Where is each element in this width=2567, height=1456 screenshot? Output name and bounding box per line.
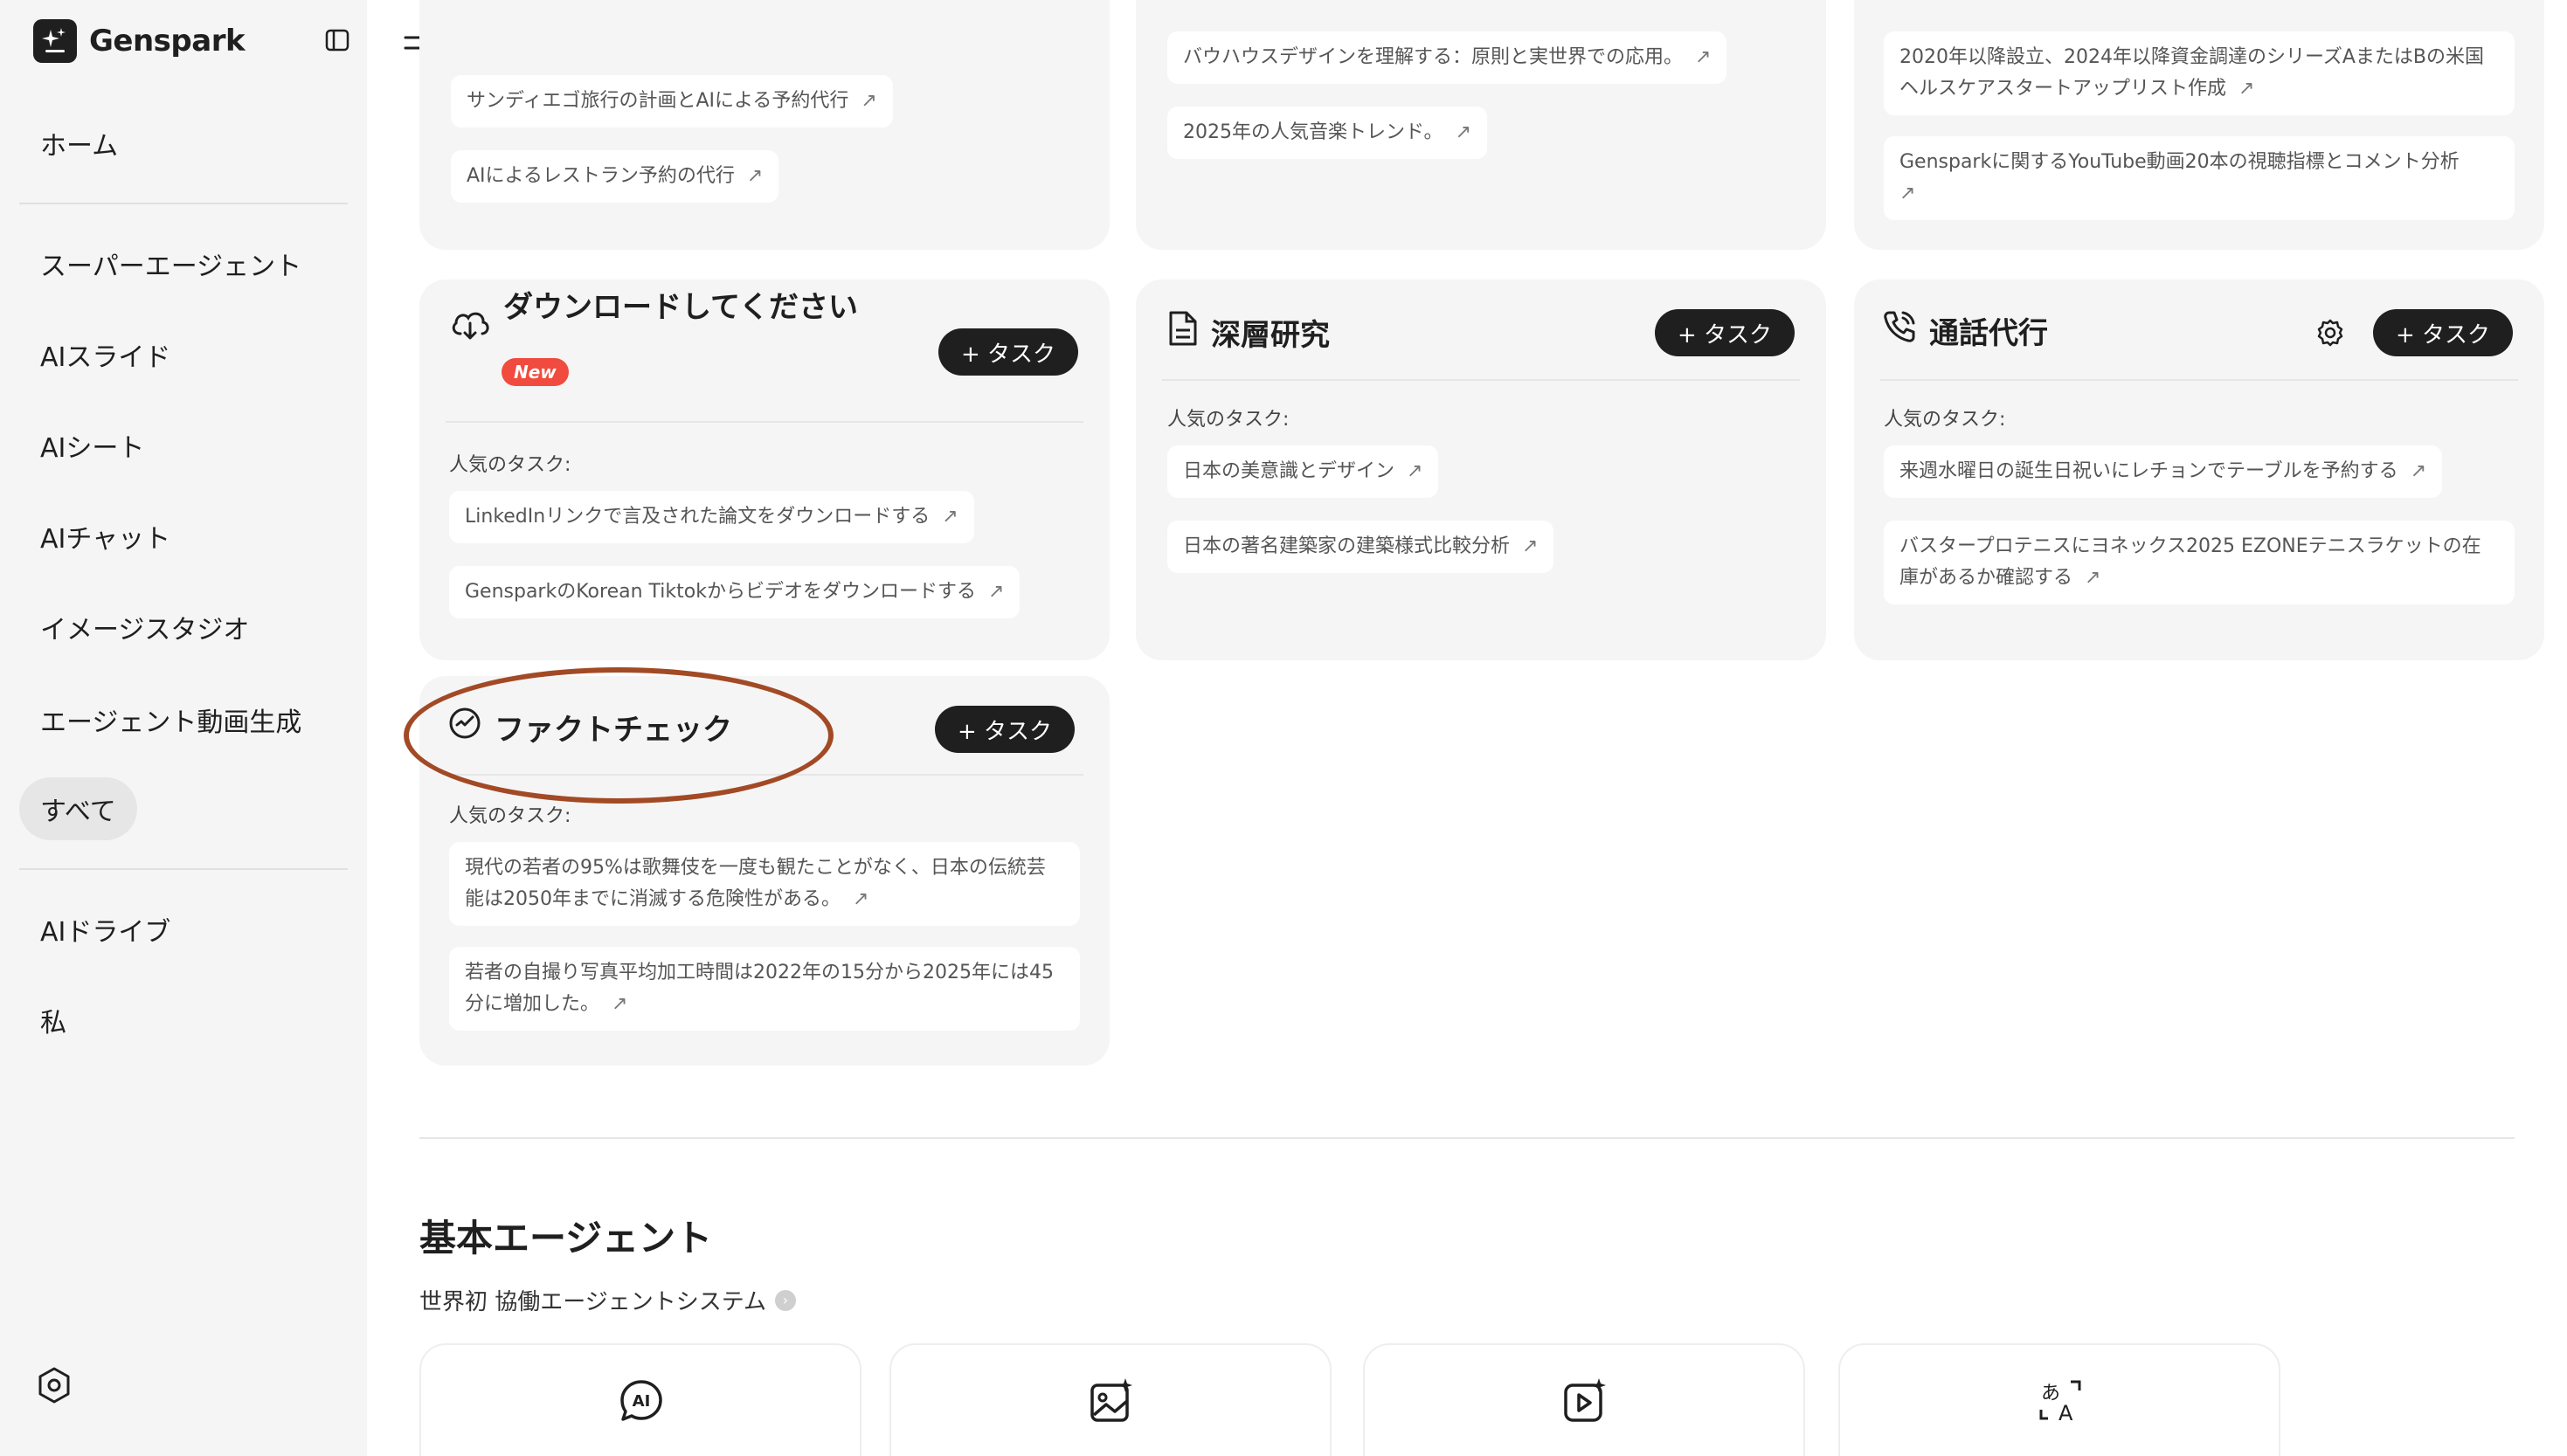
task-chip[interactable]: 日本の著名建築家の建築様式比較分析 ↗ [1167, 521, 1554, 573]
arrow-icon: ↗ [2410, 460, 2427, 482]
card-title: 深層研究 [1167, 309, 1330, 355]
sidebar-toggle-icon[interactable] [323, 26, 351, 54]
card-divider [1162, 379, 1800, 381]
arrow-icon: ↗ [942, 506, 958, 528]
add-task-button[interactable]: + タスク [935, 706, 1076, 753]
task-chip[interactable]: 日本の美意識とデザイン ↗ [1167, 445, 1439, 498]
sidebar: Genspark ホーム スーパーエージェント AIスライド AIシート AIチ… [0, 0, 367, 1456]
task-chip[interactable]: 来週水曜日の誕生日祝いにレチョンでテーブルを予約する ↗ [1884, 445, 2443, 498]
genspark-logo-icon [33, 19, 77, 63]
card-divider [1880, 379, 2518, 381]
svg-text:あ: あ [2041, 1383, 2060, 1404]
settings-icon[interactable] [2315, 318, 2347, 349]
popular-tasks-label: 人気のタスク: [449, 454, 571, 476]
section-divider [419, 1137, 2515, 1139]
task-chip[interactable]: AIによるレストラン予約の代行 ↗ [451, 150, 779, 203]
task-chip[interactable]: Gensparkに関するYouTube動画20本の視聴指標とコメント分析 ↗ [1884, 136, 2515, 220]
add-task-button[interactable]: + タスク [938, 328, 1079, 376]
popular-tasks-label: 人気のタスク: [449, 805, 571, 827]
video-generation-icon [1559, 1375, 1611, 1427]
card-title: 通話代行 [1882, 309, 2048, 352]
agent-card-ai-chat[interactable]: AI AIチャット [419, 1343, 861, 1456]
arrow-icon: ↗ [1522, 535, 1539, 557]
task-chip[interactable]: GensparkのKorean Tiktokからビデオをダウンロードする ↗ [449, 566, 1021, 618]
basic-agents-subtitle[interactable]: 世界初 協働エージェントシステム › [419, 1284, 796, 1316]
task-chip[interactable]: LinkedInリンクで言及された論文をダウンロードする ↗ [449, 491, 974, 543]
agent-card-image-studio[interactable]: イメージスタジオ [889, 1343, 1332, 1456]
arrow-icon: ↗ [1407, 460, 1423, 482]
sidebar-item-agent-video[interactable]: エージェント動画生成 [19, 688, 322, 751]
agent-label: イメージスタジオ [891, 1448, 1330, 1456]
card-title-text: ダウンロードしてください [503, 290, 858, 325]
task-chip[interactable]: サンディエゴ旅行の計画とAIによる予約代行 ↗ [451, 75, 893, 128]
arrow-icon: ↗ [2085, 567, 2101, 589]
sidebar-item-ai-slides[interactable]: AIスライド [19, 323, 191, 386]
card-title-text: 深層研究 [1211, 318, 1330, 353]
arrow-icon: ↗ [853, 888, 869, 910]
arrow-icon: ↗ [612, 993, 628, 1015]
card-data-analysis: 2020年以降設立、2024年以降資金調達のシリーズAまたはBの米国ヘルスケアス… [1854, 0, 2544, 250]
agent-label: ビデオ生成 [1365, 1448, 1803, 1456]
app-name: Genspark [89, 24, 246, 59]
arrow-icon: ↗ [2238, 78, 2255, 100]
arrow-icon: ↗ [861, 90, 877, 112]
arrow-icon: ↗ [1899, 183, 1916, 204]
settings-icon[interactable] [33, 1364, 75, 1406]
cloud-download-icon [449, 304, 491, 350]
add-task-button[interactable]: + タスク [1655, 309, 1796, 356]
arrow-icon: ↗ [1695, 46, 1712, 68]
logo[interactable]: Genspark [33, 19, 246, 63]
sidebar-item-all[interactable]: すべて [19, 777, 137, 840]
phone-call-icon [1882, 309, 1917, 352]
card-design-research: バウハウスデザインを理解する：原則と実世界での応用。 ↗ 2025年の人気音楽トレ… [1136, 0, 1826, 250]
image-studio-icon [1085, 1375, 1138, 1427]
agent-label: AIチャット [421, 1448, 860, 1456]
sidebar-divider [19, 868, 348, 870]
highlight-annotation [404, 667, 834, 804]
arrow-icon: ↗ [1455, 121, 1471, 143]
sidebar-item-image-studio[interactable]: イメージスタジオ [19, 596, 270, 659]
card-divider [446, 421, 1083, 423]
task-chip[interactable]: 2020年以降設立、2024年以降資金調達のシリーズAまたはBの米国ヘルスケアス… [1884, 31, 2515, 115]
translate-icon: あA [2034, 1375, 2086, 1427]
agent-card-translate[interactable]: あA 翻訳 [1838, 1343, 2280, 1456]
task-chip[interactable]: バウハウスデザインを理解する：原則と実世界での応用。 ↗ [1167, 31, 1727, 84]
chevron-right-icon: › [774, 1289, 796, 1311]
agent-label: 翻訳 [1840, 1448, 2279, 1456]
sidebar-divider [19, 203, 348, 204]
sidebar-item-ai-sheets[interactable]: AIシート [19, 414, 165, 477]
arrow-icon: ↗ [987, 581, 1005, 603]
sidebar-item-ai-drive[interactable]: AIドライブ [19, 898, 191, 961]
card-title: ダウンロードしてください [449, 290, 858, 350]
basic-agents-title: 基本エージェント [419, 1217, 713, 1259]
card-download: ダウンロードしてください New + タスク 人気のタスク: LinkedInリ… [419, 279, 1110, 660]
document-icon [1167, 309, 1199, 355]
task-chip[interactable]: 現代の若者の95%は歌舞伎を一度も観たことがなく、日本の伝統芸能は2050年まで… [449, 842, 1080, 926]
sidebar-item-home[interactable]: ホーム [19, 112, 139, 175]
sidebar-item-ai-chat[interactable]: AIチャット [19, 505, 191, 568]
popular-tasks-label: 人気のタスク: [1884, 409, 2006, 431]
svg-text:AI: AI [633, 1392, 651, 1411]
sidebar-item-super-agent[interactable]: スーパーエージェント [19, 232, 322, 295]
card-trip-planner: サンディエゴ旅行の計画とAIによる予約代行 ↗ AIによるレストラン予約の代行 ↗ [419, 0, 1110, 250]
add-task-button[interactable]: + タスク [2373, 309, 2514, 356]
popular-tasks-label: 人気のタスク: [1167, 409, 1290, 431]
arrow-icon: ↗ [746, 165, 764, 187]
svg-text:A: A [2058, 1401, 2073, 1425]
ai-chat-icon: AI [615, 1375, 668, 1427]
card-title-text: 通話代行 [1929, 316, 2048, 351]
agent-card-video-generation[interactable]: ビデオ生成 [1363, 1343, 1805, 1456]
sidebar-item-me[interactable]: 私 [19, 989, 87, 1052]
task-chip[interactable]: 2025年の人気音楽トレンド。 ↗ [1167, 107, 1487, 159]
new-badge: New [502, 358, 569, 386]
task-chip[interactable]: バスタープロテニスにヨネックス2025 EZONEテニスラケットの在庫があるか確… [1884, 521, 2515, 604]
card-deep-research: 深層研究 + タスク 人気のタスク: 日本の美意識とデザイン ↗ 日本の著名建築家… [1136, 279, 1826, 660]
card-call-agent: 通話代行 + タスク 人気のタスク: 来週水曜日の誕生日祝いにレチョンでテーブル… [1854, 279, 2544, 660]
task-chip[interactable]: 若者の自撮り写真平均加工時間は2022年の15分から2025年には45分に増加し… [449, 947, 1080, 1031]
